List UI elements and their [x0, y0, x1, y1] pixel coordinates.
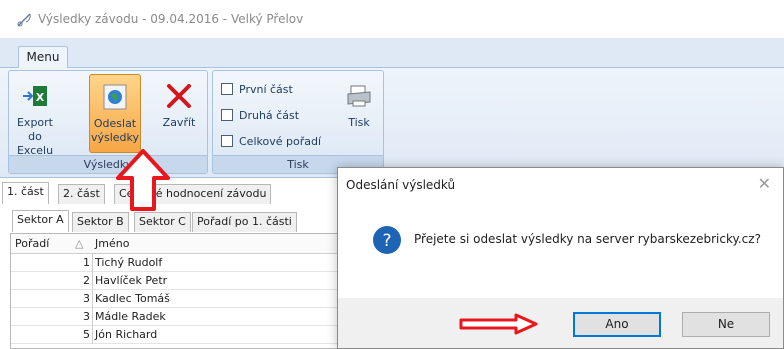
tab-part-1[interactable]: 1. část	[2, 182, 49, 204]
tab-order-part-1[interactable]: Pořadí po 1. části	[192, 212, 297, 232]
question-icon: ?	[373, 226, 401, 254]
annotation-right-arrow-icon	[459, 313, 538, 335]
ribbon-group-label-vysledky: Výsledky	[9, 155, 207, 173]
sector-tabs: Sektor A Sektor B Sektor C Pořadí po 1. …	[6, 210, 340, 232]
dialog-footer: Ano Ne	[338, 298, 783, 348]
tab-sector-a[interactable]: Sektor A	[12, 210, 69, 232]
checkbox-box[interactable]	[221, 135, 233, 147]
table-row[interactable]: 1 Tichý Rudolf	[11, 254, 341, 272]
checkbox-box[interactable]	[221, 83, 233, 95]
ribbon-group-vysledky: X Export do Excelu Odeslat výsledky Zavř…	[8, 70, 208, 174]
tab-part-2[interactable]: 2. část	[58, 184, 105, 204]
table-row[interactable]: 5 Jón Richard	[11, 326, 341, 344]
cell-poradi: 5	[11, 326, 93, 344]
table-row[interactable]: 3 Mádle Radek	[11, 308, 341, 326]
sort-ascending-icon: △	[75, 237, 84, 250]
yes-button[interactable]: Ano	[573, 312, 661, 337]
cell-jmeno: Havlíček Petr	[95, 274, 168, 287]
send-results-dialog: Odeslání výsledků ✕ ? Přejete si odeslat…	[337, 167, 784, 349]
checkbox-label: Druhá část	[239, 108, 300, 122]
window-title: Výsledky závodu - 09.04.2016 - Velký Pře…	[38, 12, 304, 26]
export-excel-label: Export do Excelu	[16, 116, 54, 157]
close-label: Zavřít	[162, 116, 196, 129]
checkbox-overall[interactable]: Celkové pořadí	[221, 133, 321, 149]
cell-poradi: 1	[11, 254, 93, 272]
cell-jmeno: Kadlec Tomáš	[95, 292, 170, 305]
dialog-close-icon[interactable]: ✕	[758, 174, 771, 193]
results-grid: Pořadí △ Jméno 1 Tichý Rudolf 2 Havlíček…	[10, 233, 341, 349]
no-button[interactable]: Ne	[682, 312, 770, 337]
dialog-message: Přejete si odeslat výsledky na server ry…	[414, 232, 761, 246]
tab-sector-c[interactable]: Sektor C	[134, 212, 191, 232]
excel-export-icon: X	[23, 86, 47, 106]
fishing-rod-icon	[17, 13, 31, 27]
grid-header: Pořadí △ Jméno	[11, 234, 341, 254]
ribbon-tab-strip: Menu	[0, 38, 784, 69]
checkbox-second-part[interactable]: Druhá část	[221, 107, 299, 123]
cell-poradi: 3	[11, 308, 93, 326]
close-x-icon	[167, 84, 191, 108]
svg-text:X: X	[36, 91, 45, 104]
column-header-jmeno[interactable]: Jméno	[95, 237, 129, 250]
table-row[interactable]: 2 Havlíček Petr	[11, 272, 341, 290]
checkbox-first-part[interactable]: První část	[221, 81, 293, 97]
print-button[interactable]: Tisk	[335, 74, 383, 153]
export-excel-button[interactable]: X Export do Excelu	[11, 74, 59, 157]
checkbox-label: První část	[239, 82, 293, 96]
annotation-up-arrow-icon	[116, 149, 170, 211]
cell-jmeno: Jón Richard	[95, 328, 158, 341]
column-header-poradi[interactable]: Pořadí	[15, 237, 49, 250]
ribbon-group-tisk: První část Druhá část Celkové pořadí Tis…	[212, 70, 384, 174]
question-glyph: ?	[382, 231, 391, 251]
dialog-title: Odeslání výsledků	[346, 178, 456, 192]
print-label: Tisk	[348, 116, 370, 129]
cell-poradi: 2	[11, 272, 93, 290]
printer-icon	[347, 85, 371, 107]
table-row[interactable]: 3 Kadlec Tomáš	[11, 290, 341, 308]
cell-jmeno: Tichý Rudolf	[95, 256, 163, 269]
checkbox-label: Celkové pořadí	[239, 134, 322, 148]
send-results-button[interactable]: Odeslat výsledky	[89, 74, 141, 153]
cell-jmeno: Mádle Radek	[95, 310, 166, 323]
ribbon-tab-menu[interactable]: Menu	[18, 46, 68, 69]
tab-sector-b[interactable]: Sektor B	[72, 212, 129, 232]
window-title-bar: Výsledky závodu - 09.04.2016 - Velký Pře…	[0, 0, 784, 38]
checkbox-box[interactable]	[221, 109, 233, 121]
cell-poradi: 3	[11, 290, 93, 308]
close-button[interactable]: Zavřít	[155, 74, 203, 153]
send-results-label: Odeslat výsledky	[90, 117, 140, 144]
globe-send-icon	[103, 84, 127, 110]
